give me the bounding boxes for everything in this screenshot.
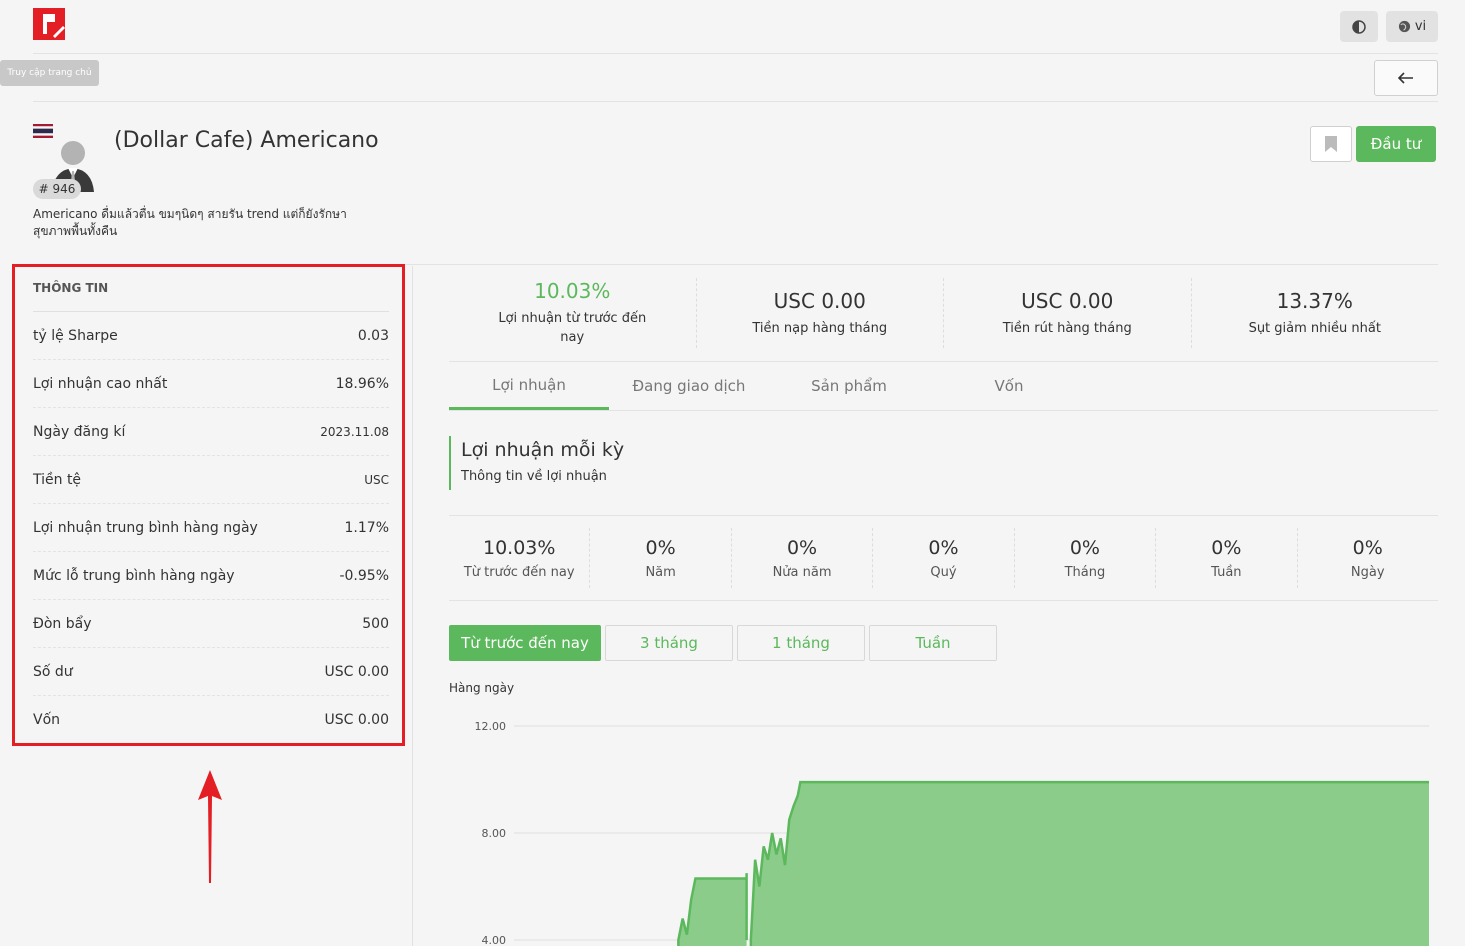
column-divider — [412, 266, 413, 946]
period-year: 0% Năm — [590, 528, 732, 588]
tab-trading[interactable]: Đang giao dịch — [609, 362, 769, 410]
highlight-annotation — [12, 264, 405, 746]
period-value: 0% — [1211, 536, 1242, 559]
period-value: 10.03% — [482, 536, 556, 559]
stat-value: 13.37% — [1276, 288, 1353, 313]
chart-area — [678, 873, 747, 946]
stat-value: USC 0.00 — [1021, 288, 1114, 313]
stat-value: 10.03% — [534, 279, 611, 303]
section-title: Lợi nhuận mỗi kỳ — [461, 439, 625, 461]
period-month: 0% Tháng — [1015, 528, 1157, 588]
arrow-left-icon — [1398, 72, 1413, 84]
stat-label: Lợi nhuận từ trước đến nay — [498, 311, 647, 345]
stat-value: USC 0.00 — [773, 288, 866, 313]
page-title: (Dollar Cafe) Americano — [114, 128, 379, 153]
stat-monthly-deposit: USC 0.00 Tiền nạp hàng tháng — [697, 278, 944, 348]
section-subtitle: Thông tin về lợi nhuận — [461, 469, 607, 484]
stat-label: Tiền rút hàng tháng — [1002, 320, 1132, 336]
period-label: Quý — [930, 564, 957, 580]
section-header: Lợi nhuận mỗi kỳ Thông tin về lợi nhuận — [449, 436, 624, 490]
period-stats: 10.03% Từ trước đến nay 0% Năm 0% Nửa nă… — [449, 515, 1438, 601]
period-label: Tháng — [1064, 564, 1106, 580]
period-label: Nửa năm — [772, 564, 832, 580]
profile-description: Americano ดื่มแล้วตื่น ขมๆนิดๆ สายรัน tr… — [33, 207, 347, 238]
back-button[interactable] — [1374, 60, 1438, 96]
home-tooltip: Truy cập trang chủ — [0, 60, 99, 86]
period-value: 0% — [1069, 536, 1100, 559]
period-label: Tuần — [1211, 564, 1242, 580]
stat-label: Tiền nạp hàng tháng — [752, 320, 888, 336]
subheader-divider — [33, 101, 1438, 102]
language-button[interactable]: vi — [1386, 11, 1438, 42]
header-divider — [33, 53, 1438, 54]
tab-profit[interactable]: Lợi nhuận — [449, 362, 609, 410]
thailand-flag-icon — [33, 124, 53, 138]
tab-equity[interactable]: Vốn — [929, 362, 1089, 410]
stat-max-drawdown: 13.37% Sụt giảm nhiều nhất — [1192, 278, 1439, 348]
period-label: Ngày — [1350, 564, 1385, 580]
rank-badge: # 946 — [33, 179, 81, 199]
tab-products[interactable]: Sản phẩm — [769, 362, 929, 410]
period-week: 0% Tuần — [1156, 528, 1298, 588]
contrast-icon — [1352, 19, 1366, 34]
stat-monthly-withdrawal: USC 0.00 Tiền rút hàng tháng — [944, 278, 1192, 348]
chart-caption: Hàng ngày — [449, 681, 515, 695]
period-value: 0% — [645, 536, 676, 559]
summary-stats: 10.03% Lợi nhuận từ trước đến nay USC 0.… — [449, 278, 1438, 348]
chart-y-tick-label: 12.00 — [475, 720, 507, 733]
stat-label: Sụt giảm nhiều nhất — [1248, 320, 1381, 336]
period-all-time: 10.03% Từ trước đến nay — [449, 528, 591, 588]
chart-area — [750, 782, 1429, 946]
logo[interactable] — [33, 8, 65, 40]
range-selector: Từ trước đến nay 3 tháng 1 tháng Tuần — [449, 625, 997, 661]
language-label: vi — [1414, 19, 1427, 34]
period-value: 0% — [786, 536, 818, 559]
stat-total-profit: 10.03% Lợi nhuận từ trước đến nay — [449, 278, 697, 348]
period-value: 0% — [928, 536, 959, 559]
range-3-months-button[interactable]: 3 tháng — [605, 625, 733, 661]
globe-icon — [1398, 20, 1410, 33]
range-week-button[interactable]: Tuần — [869, 625, 997, 661]
profit-chart: 12.00 8.00 4.00 — [475, 720, 1429, 946]
invest-button[interactable]: Đầu tư — [1356, 126, 1436, 162]
period-half-year: 0% Nửa năm — [732, 528, 874, 588]
bookmark-icon — [1325, 136, 1337, 152]
tab-bar: Lợi nhuận Đang giao dịch Sản phẩm Vốn — [449, 361, 1438, 411]
chart-y-tick-label: 4.00 — [482, 934, 507, 946]
range-1-month-button[interactable]: 1 tháng — [737, 625, 865, 661]
range-all-time-button[interactable]: Từ trước đến nay — [449, 625, 601, 661]
period-quarter: 0% Quý — [873, 528, 1015, 588]
period-label: Năm — [645, 564, 676, 580]
period-value: 0% — [1352, 536, 1383, 559]
arrow-up-annotation-icon — [198, 770, 222, 883]
theme-toggle-button[interactable] — [1340, 11, 1378, 42]
period-day: 0% Ngày — [1298, 528, 1438, 588]
bookmark-button[interactable] — [1310, 126, 1352, 162]
period-label: Từ trước đến nay — [463, 564, 575, 580]
chart-y-tick-label: 8.00 — [482, 827, 507, 840]
